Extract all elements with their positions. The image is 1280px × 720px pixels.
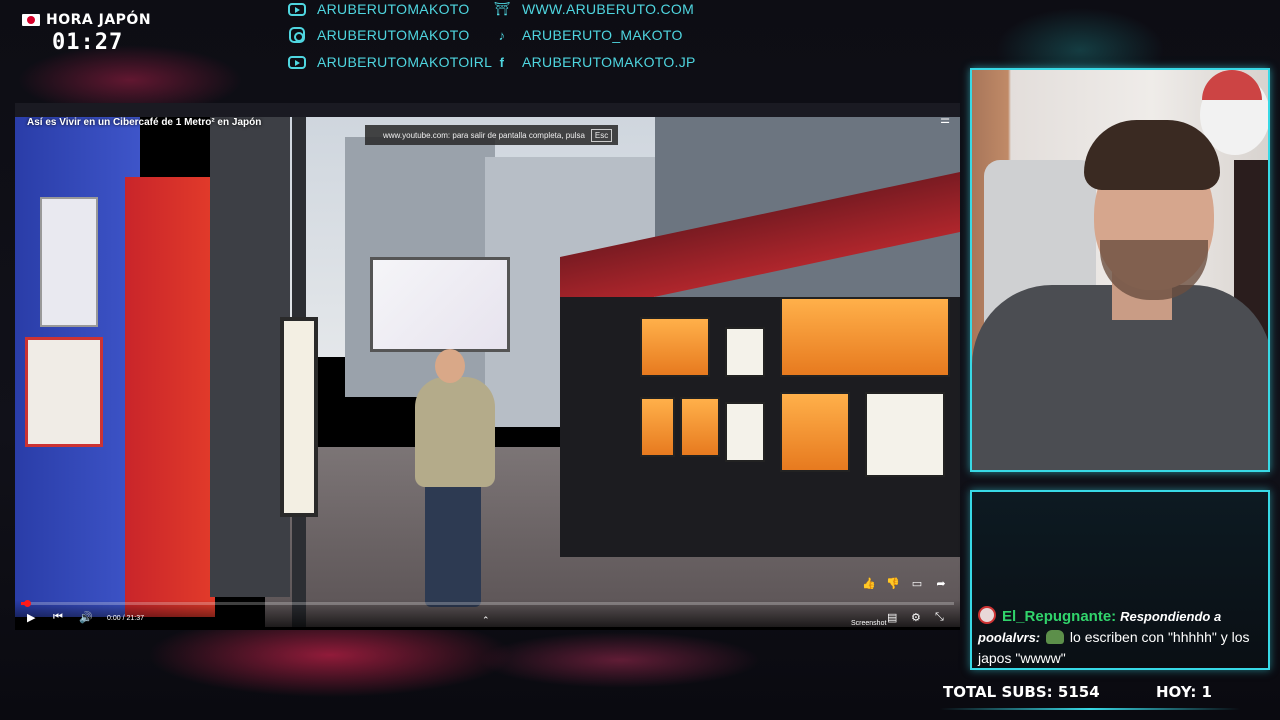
tiktok-icon: ♪ [498, 27, 506, 43]
screenshot-button[interactable]: Screenshot [851, 620, 886, 627]
emote-icon [1046, 630, 1065, 644]
fullscreen-toast: www.youtube.com: para salir de pantalla … [365, 125, 619, 145]
chat-box: El_Repugnante: Respondiendo a poolalvrs:… [970, 490, 1270, 670]
settings-gear-icon[interactable]: ⚙ [911, 611, 921, 624]
video-title[interactable]: Así es Vivir en un Cibercafé de 1 Metro²… [27, 117, 261, 128]
esc-key: Esc [590, 128, 613, 142]
social-links: ARUBERUTOMAKOTO ARUBERUTOMAKOTO ARUBERUT… [287, 0, 707, 76]
social-handle: ARUBERUTOMAKOTO.JP [522, 54, 696, 70]
overlay-actions: 👍 👎 ▭ ➦ [862, 576, 948, 590]
youtube-icon [287, 1, 307, 17]
progress-bar[interactable] [21, 600, 954, 607]
clock-label-row: HORA JAPÓN [22, 12, 151, 28]
social-handle: ARUBERUTO_MAKOTO [522, 27, 683, 43]
previous-button[interactable]: ⏮ [53, 611, 63, 624]
social-facebook: f ARUBERUTOMAKOTO.JP [492, 54, 696, 70]
social-handle: ARUBERUTOMAKOTOIRL [317, 54, 493, 70]
clock-time: 01:27 [52, 30, 124, 55]
video-frame [15, 117, 960, 630]
social-youtube-irl: ARUBERUTOMAKOTOIRL [287, 54, 492, 70]
stats-divider [940, 708, 1240, 710]
subtitles-icon[interactable]: ▤ [887, 611, 897, 624]
volume-icon[interactable]: 🔊 [79, 611, 93, 624]
exit-fullscreen-icon[interactable]: ⤡ [935, 611, 944, 624]
social-handle: ARUBERUTOMAKOTO [317, 1, 470, 17]
chat-message: El_Repugnante: Respondiendo a poolalvrs:… [978, 606, 1266, 668]
fullscreen-toast-text: www.youtube.com: para salir de pantalla … [383, 130, 585, 140]
time-display: 0:00 / 21:37 [107, 615, 144, 622]
social-handle: WWW.ARUBERUTO.COM [522, 1, 695, 17]
like-icon[interactable]: 👍 [862, 576, 876, 590]
japan-clock: HORA JAPÓN 01:27 [22, 12, 151, 55]
user-badge-icon [978, 606, 996, 624]
social-tiktok: ♪ ARUBERUTO_MAKOTO [492, 27, 683, 43]
play-button[interactable]: ▶ [27, 611, 35, 624]
subs-today: HOY: 1 [1156, 683, 1212, 701]
comment-icon[interactable]: ▭ [910, 576, 924, 590]
japan-flag-icon [22, 14, 40, 26]
total-subs: TOTAL SUBS: 5154 [943, 683, 1100, 701]
dislike-icon[interactable]: 👎 [886, 576, 900, 590]
social-youtube: ARUBERUTOMAKOTO [287, 1, 470, 17]
progress-scrubber[interactable] [23, 600, 31, 607]
clock-label: HORA JAPÓN [46, 12, 152, 28]
video-player[interactable]: Así es Vivir en un Cibercafé de 1 Metro²… [15, 103, 960, 630]
social-handle: ARUBERUTOMAKOTO [317, 27, 470, 43]
social-instagram: ARUBERUTOMAKOTO [287, 27, 470, 43]
webcam-frame [970, 68, 1270, 472]
social-website: ⛩ WWW.ARUBERUTO.COM [492, 1, 694, 17]
facebook-icon: f [499, 54, 505, 70]
instagram-icon [287, 27, 307, 43]
chevron-up-icon[interactable]: ⌃ [482, 616, 490, 626]
playlist-icon[interactable]: ☰ [940, 117, 950, 126]
torii-gate-icon: ⛩ [493, 1, 511, 16]
share-icon[interactable]: ➦ [934, 576, 948, 590]
youtube-icon [287, 54, 307, 70]
chat-username: El_Repugnante: [1002, 608, 1117, 625]
